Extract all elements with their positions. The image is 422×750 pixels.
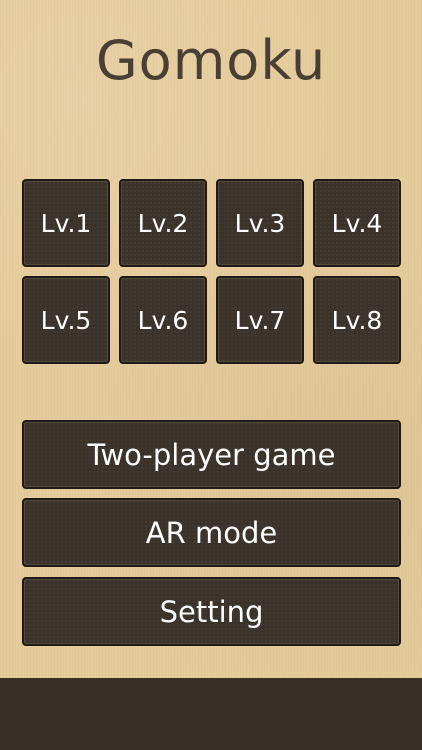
level-4-label: Lv.4: [331, 208, 383, 238]
level-5-button[interactable]: Lv.5: [22, 276, 110, 364]
setting-button[interactable]: Setting: [22, 577, 401, 646]
level-4-button[interactable]: Lv.4: [313, 179, 401, 267]
level-5-label: Lv.5: [40, 305, 92, 335]
ar-mode-button[interactable]: AR mode: [22, 498, 401, 567]
level-7-button[interactable]: Lv.7: [216, 276, 304, 364]
level-3-button[interactable]: Lv.3: [216, 179, 304, 267]
level-6-label: Lv.6: [137, 305, 189, 335]
level-6-button[interactable]: Lv.6: [119, 276, 207, 364]
bottom-bar: [0, 678, 422, 750]
level-2-button[interactable]: Lv.2: [119, 179, 207, 267]
level-2-label: Lv.2: [137, 208, 189, 238]
setting-label: Setting: [159, 594, 264, 629]
two-player-game-label: Two-player game: [87, 437, 336, 472]
level-1-label: Lv.1: [40, 208, 92, 238]
game-title: Gomoku: [95, 29, 327, 92]
level-1-button[interactable]: Lv.1: [22, 179, 110, 267]
level-7-label: Lv.7: [234, 305, 286, 335]
level-8-button[interactable]: Lv.8: [313, 276, 401, 364]
level-3-label: Lv.3: [234, 208, 286, 238]
level-8-label: Lv.8: [331, 305, 383, 335]
two-player-game-button[interactable]: Two-player game: [22, 420, 401, 489]
ar-mode-label: AR mode: [145, 515, 278, 550]
